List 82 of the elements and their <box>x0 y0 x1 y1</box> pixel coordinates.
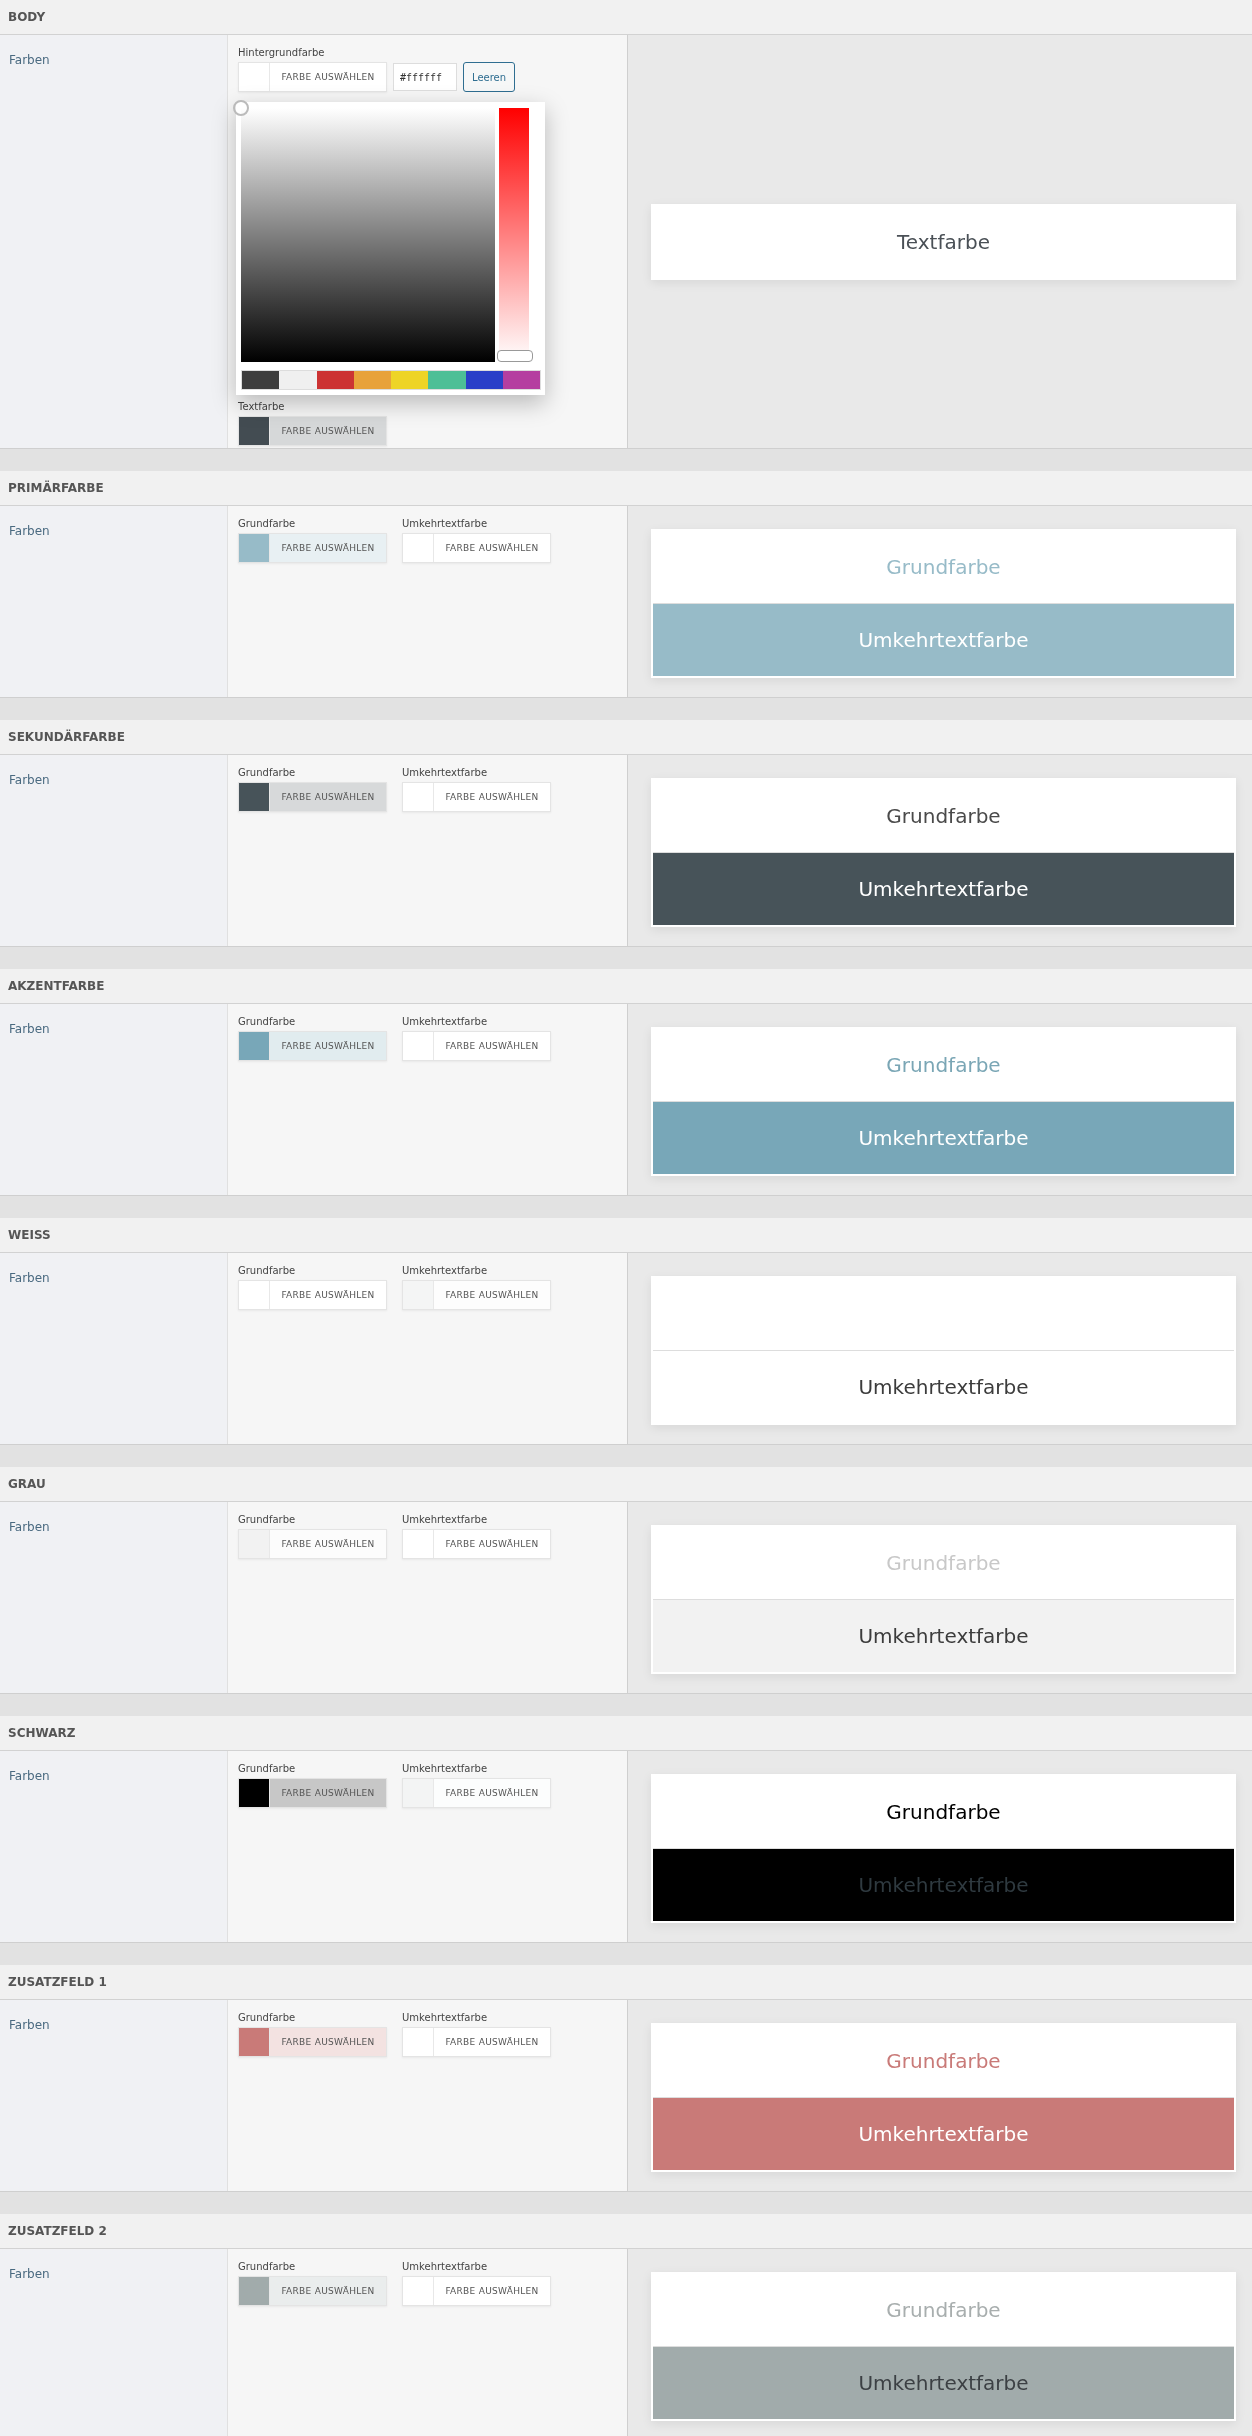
clear-button[interactable]: Leeren <box>463 62 516 92</box>
hex-input[interactable]: #ffffff <box>393 63 457 91</box>
preview-text: Umkehrtextfarbe <box>858 1126 1029 1150</box>
preview-text: Grundfarbe <box>886 1053 1001 1077</box>
section-title: GRAU <box>8 1477 46 1491</box>
color-gradient-area[interactable] <box>241 108 495 362</box>
color-picker-button[interactable]: FARBE AUSWÄHLEN <box>238 1031 387 1061</box>
group-label: Farben <box>9 1271 50 1285</box>
field-label: Grundfarbe <box>238 1514 297 1525</box>
slider-handle[interactable] <box>497 350 533 362</box>
color-picker-button[interactable]: FARBE AUSWÄHLEN <box>238 533 387 563</box>
color-picker-button[interactable]: FARBE AUSWÄHLEN <box>238 782 387 812</box>
field-label: Grundfarbe <box>238 518 297 529</box>
group-label: Farben <box>9 1022 50 1036</box>
preview-text: Umkehrtextfarbe <box>858 1624 1029 1648</box>
color-picker-button[interactable]: FARBE AUSWÄHLEN <box>402 782 551 812</box>
field-label: Umkehrtextfarbe <box>402 518 489 529</box>
color-picker-button[interactable]: FARBE AUSWÄHLEN <box>238 2027 387 2057</box>
color-picker-button[interactable]: FARBE AUSWÄHLEN <box>238 1529 387 1559</box>
palette-swatch[interactable] <box>279 371 317 389</box>
field-label: Hintergrundfarbe <box>238 47 326 58</box>
group-label: Farben <box>9 2018 50 2032</box>
color-picker-button[interactable]: FARBE AUSWÄHLEN <box>402 2027 551 2057</box>
palette-swatch[interactable] <box>316 371 354 389</box>
section-title: ZUSATZFELD 1 <box>8 1975 107 1989</box>
color-picker-button[interactable]: FARBE AUSWÄHLEN <box>402 1778 551 1808</box>
group-label: Farben <box>9 1520 50 1534</box>
palette-swatch[interactable] <box>242 371 280 389</box>
preview-text: Umkehrtextfarbe <box>858 2371 1029 2395</box>
preview-text: Umkehrtextfarbe <box>858 628 1029 652</box>
field-label: Umkehrtextfarbe <box>402 1265 489 1276</box>
preview-text: Umkehrtextfarbe <box>858 877 1029 901</box>
preview-text: Grundfarbe <box>886 1800 1001 1824</box>
color-picker-button[interactable]: FARBE AUSWÄHLEN <box>238 416 387 446</box>
field-label: Textfarbe <box>238 401 286 412</box>
color-picker-button[interactable]: FARBE AUSWÄHLEN <box>402 1280 551 1310</box>
preview-text: Umkehrtextfarbe <box>858 1375 1029 1399</box>
color-picker-button[interactable]: FARBE AUSWÄHLEN <box>402 2276 551 2306</box>
preview-text: Umkehrtextfarbe <box>858 2122 1029 2146</box>
color-picker-button[interactable]: FARBE AUSWÄHLEN <box>402 533 551 563</box>
section-title: WEISS <box>8 1228 51 1242</box>
section-title: BODY <box>8 10 46 24</box>
group-label: Farben <box>9 2267 50 2281</box>
palette-swatch[interactable] <box>428 371 466 389</box>
group-label: Farben <box>9 773 50 787</box>
palette-swatch[interactable] <box>391 371 429 389</box>
section-title: ZUSATZFELD 2 <box>8 2224 107 2238</box>
color-picker-button[interactable]: FARBE AUSWÄHLEN <box>238 2276 387 2306</box>
preview-text: Grundfarbe <box>886 555 1001 579</box>
color-picker-button[interactable]: FARBE AUSWÄHLEN <box>402 1031 551 1061</box>
field-label: Umkehrtextfarbe <box>402 2012 489 2023</box>
section-title: PRIMÄRFARBE <box>8 481 104 495</box>
section-title: AKZENTFARBE <box>8 979 105 993</box>
group-label: Farben <box>9 1769 50 1783</box>
preview-text: Textfarbe <box>897 229 990 254</box>
color-picker-button[interactable]: FARBE AUSWÄHLEN <box>238 1778 387 1808</box>
color-picker-button[interactable]: FARBE AUSWÄHLEN <box>238 62 387 92</box>
section-title: SEKUNDÄRFARBE <box>8 730 125 744</box>
field-label: Grundfarbe <box>238 2261 297 2272</box>
field-label: Umkehrtextfarbe <box>402 1016 489 1027</box>
section-title: SCHWARZ <box>8 1726 76 1740</box>
field-label: Grundfarbe <box>238 767 297 778</box>
field-label: Umkehrtextfarbe <box>402 1763 489 1774</box>
palette-swatch[interactable] <box>465 371 503 389</box>
field-label: Grundfarbe <box>238 1763 297 1774</box>
color-picker-button[interactable]: FARBE AUSWÄHLEN <box>238 1280 387 1310</box>
color-picker-button[interactable]: FARBE AUSWÄHLEN <box>402 1529 551 1559</box>
preview-text: Grundfarbe <box>886 2298 1001 2322</box>
preview-text: Umkehrtextfarbe <box>858 1873 1029 1897</box>
field-label: Grundfarbe <box>238 1016 297 1027</box>
preview-text: Grundfarbe <box>886 804 1001 828</box>
field-label: Umkehrtextfarbe <box>402 767 489 778</box>
group-label: Farben <box>9 53 50 67</box>
field-label: Grundfarbe <box>238 2012 297 2023</box>
picker-handle[interactable] <box>233 100 249 116</box>
field-label: Grundfarbe <box>238 1265 297 1276</box>
field-label: Umkehrtextfarbe <box>402 2261 489 2272</box>
group-label: Farben <box>9 524 50 538</box>
palette-swatch[interactable] <box>353 371 391 389</box>
preview-text: Grundfarbe <box>886 2049 1001 2073</box>
palette-swatch[interactable] <box>502 371 540 389</box>
field-label: Umkehrtextfarbe <box>402 1514 489 1525</box>
